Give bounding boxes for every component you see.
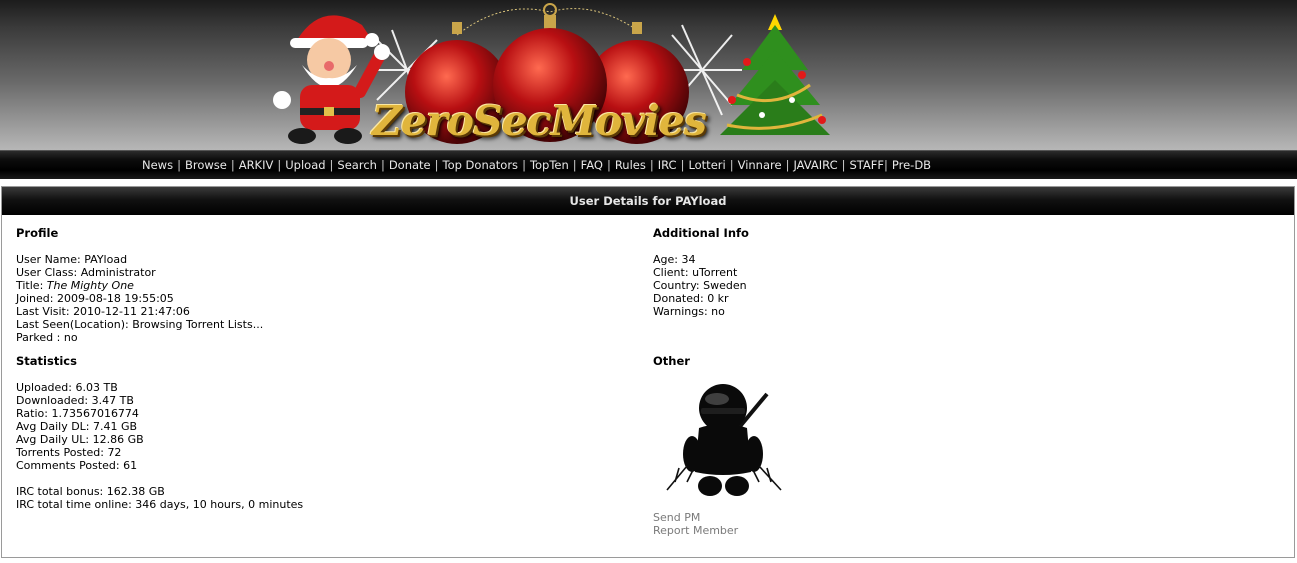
- nav-link-lotteri[interactable]: Lotteri: [688, 158, 725, 172]
- nav-separator: |: [380, 158, 385, 172]
- nav-link-irc[interactable]: IRC: [658, 158, 677, 172]
- nav-separator: |: [680, 158, 685, 172]
- client-row: Client: uTorrent: [653, 266, 738, 279]
- site-header: ZeroSecMovies: [0, 0, 1297, 150]
- nav-link-faq[interactable]: FAQ: [581, 158, 603, 172]
- additional-info-heading: Additional Info: [653, 226, 749, 240]
- nav-link-staff[interactable]: STAFF: [849, 158, 884, 172]
- last-visit-value: 2010-12-11 21:47:06: [73, 305, 190, 318]
- nav-link-search[interactable]: Search: [337, 158, 377, 172]
- age-row: Age: 34: [653, 253, 696, 266]
- nav-separator: |: [522, 158, 526, 172]
- nav-separator: |: [649, 158, 654, 172]
- joined-row: Joined: 2009-08-18 19:55:05: [16, 292, 174, 305]
- nav-separator: |: [329, 158, 334, 172]
- nav-separator: |: [884, 158, 888, 172]
- panel-title: User Details for PAYload: [2, 187, 1294, 215]
- irc-time-row: IRC total time online: 346 days, 10 hour…: [16, 498, 304, 511]
- ninja-avatar-icon: [666, 384, 782, 496]
- avg-daily-ul-row: Avg Daily UL: 12.86 GB: [16, 433, 144, 446]
- warnings-row: Warnings: no: [653, 305, 725, 318]
- nav-link-top-donators[interactable]: Top Donators: [443, 158, 519, 172]
- main-nav: News | Browse | ARKIV | Upload | Search | Donate | T…: [0, 150, 1297, 179]
- joined-value: 2009-08-18 19:55:05: [56, 292, 174, 305]
- right-column: Additional Info Age: 34 Client: uTorrent…: [653, 227, 1253, 537]
- additional-info-section: Age: 34 Client: uTorrent Country: Sweden…: [653, 253, 1253, 318]
- nav-link-upload[interactable]: Upload: [285, 158, 325, 172]
- statistics-section: Uploaded: 6.03 TB Downloaded: 3.47 TB Ra…: [16, 381, 616, 511]
- nav-separator: |: [729, 158, 734, 172]
- ratio-row: Ratio: 1.73567016774: [16, 407, 139, 420]
- nav-separator: |: [230, 158, 235, 172]
- title-row: Title: The Mighty One: [16, 279, 134, 292]
- left-column: Profile User Name: PAYload User Class: A…: [16, 226, 616, 512]
- user-name-row: User Name: PAYload: [16, 253, 128, 266]
- nav-separator: |: [785, 158, 790, 172]
- torrents-posted-row: Torrents Posted: 72: [16, 446, 122, 459]
- downloaded-row: Downloaded: 3.47 TB: [16, 394, 134, 407]
- user-name-value: PAYload: [84, 253, 128, 266]
- nav-link-news[interactable]: News: [142, 158, 173, 172]
- comments-posted-row: Comments Posted: 61: [16, 459, 138, 472]
- country-row: Country: Sweden: [653, 279, 747, 292]
- nav-links: News | Browse | ARKIV | Upload | Search | Donate | T…: [142, 158, 931, 172]
- nav-link-topten[interactable]: TopTen: [530, 158, 569, 172]
- nav-link-browse[interactable]: Browse: [185, 158, 227, 172]
- last-visit-row: Last Visit: 2010-12-11 21:47:06: [16, 305, 190, 318]
- nav-link-arkiv[interactable]: ARKIV: [239, 158, 274, 172]
- nav-separator: |: [434, 158, 439, 172]
- user-details-panel: User Details for PAYload Profile User Na…: [1, 186, 1295, 558]
- title-value: The Mighty One: [46, 279, 134, 292]
- user-class-value: Administrator: [80, 266, 156, 279]
- other-heading: Other: [653, 354, 690, 368]
- nav-separator: |: [841, 158, 846, 172]
- member-actions: Send PM Report Member: [653, 511, 1253, 537]
- donated-row: Donated: 0 kr: [653, 292, 729, 305]
- nav-link-javairc[interactable]: JAVAIRC: [793, 158, 837, 172]
- irc-bonus-row: IRC total bonus: 162.38 GB: [16, 485, 165, 498]
- avg-daily-dl-row: Avg Daily DL: 7.41 GB: [16, 420, 138, 433]
- report-member-link[interactable]: Report Member: [653, 524, 738, 537]
- christmas-tree-icon: [720, 14, 830, 135]
- nav-separator: |: [606, 158, 611, 172]
- nav-separator: |: [277, 158, 282, 172]
- uploaded-row: Uploaded: 6.03 TB: [16, 381, 118, 394]
- nav-link-rules[interactable]: Rules: [615, 158, 646, 172]
- parked-value: no: [63, 331, 78, 344]
- nav-separator: |: [572, 158, 577, 172]
- send-pm-link[interactable]: Send PM: [653, 511, 700, 524]
- site-logo: ZeroSecMovies: [372, 97, 707, 145]
- profile-heading: Profile: [16, 226, 59, 240]
- nav-link-vinnare[interactable]: Vinnare: [738, 158, 782, 172]
- nav-link-pre-db[interactable]: Pre-DB: [892, 158, 931, 172]
- nav-link-donate[interactable]: Donate: [389, 158, 431, 172]
- last-seen-row: Last Seen(Location): Browsing Torrent Li…: [16, 318, 264, 331]
- statistics-heading: Statistics: [16, 354, 77, 368]
- profile-section: User Name: PAYload User Class: Administr…: [16, 253, 616, 344]
- last-seen-value: Browsing Torrent Lists...: [132, 318, 264, 331]
- nav-separator: |: [177, 158, 181, 172]
- parked-row: Parked : no: [16, 331, 78, 344]
- user-class-row: User Class: Administrator: [16, 266, 156, 279]
